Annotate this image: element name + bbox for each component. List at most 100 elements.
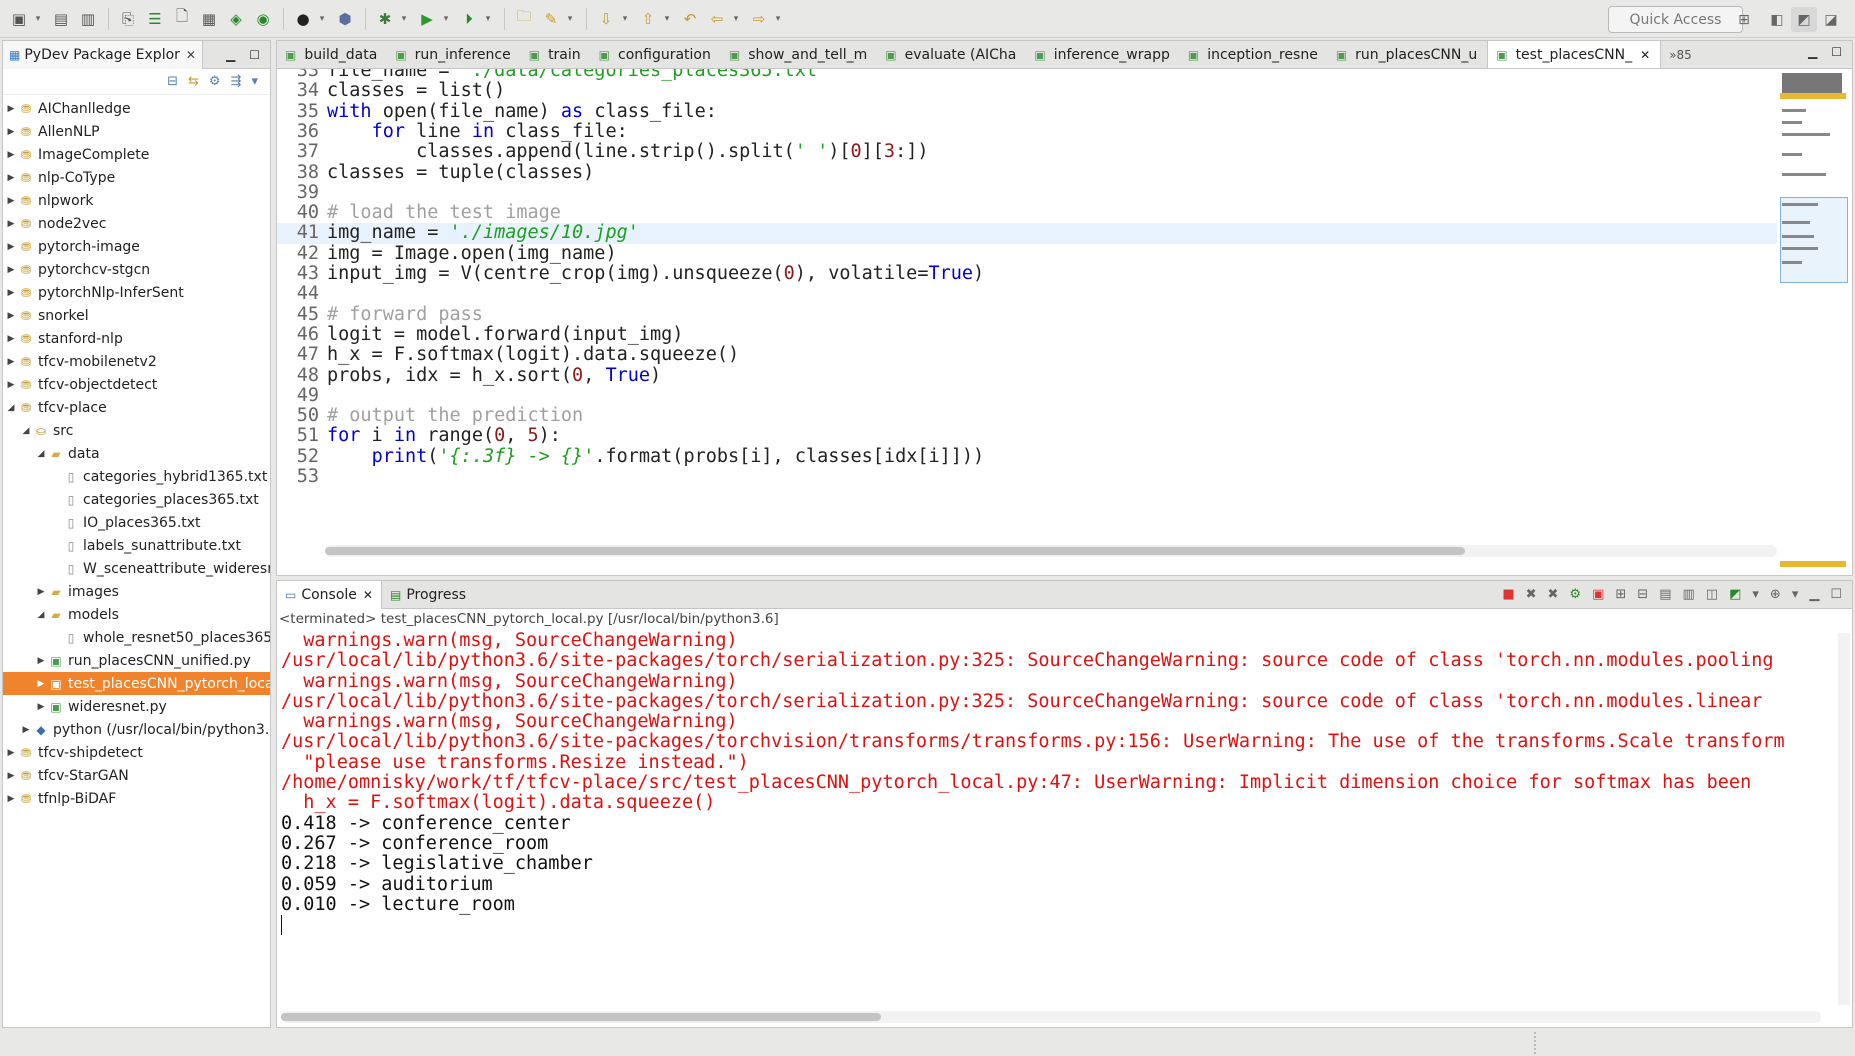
editor-horizontal-scrollbar[interactable] xyxy=(325,545,1777,557)
coverage-icon[interactable]: ● xyxy=(290,6,316,32)
pin-console-icon[interactable]: ◫ xyxy=(1706,587,1718,602)
forward-icon[interactable]: ⇨ xyxy=(746,6,772,32)
collapsed-arrow-icon[interactable]: ▶ xyxy=(20,725,32,735)
link-with-editor-icon[interactable]: ⇆ xyxy=(188,74,199,89)
terminate-icon[interactable]: ■ xyxy=(1502,587,1514,602)
display-dropdown-icon[interactable]: ▾ xyxy=(1752,587,1759,602)
code-line[interactable]: 40 # load the test image xyxy=(277,202,1777,223)
filter-icon[interactable]: ⚙ xyxy=(209,74,221,89)
tree-item[interactable]: ▯ whole_resnet50_places365_pyt xyxy=(3,626,270,649)
console-vertical-scrollbar[interactable] xyxy=(1838,633,1850,1005)
tree-item[interactable]: ▶ ⛃ tfcv-mobilenetv2 xyxy=(3,350,270,373)
tree-item[interactable]: ▶ ⛃ AIChanlledge xyxy=(3,97,270,120)
tree-item[interactable]: ◢ ⛀ src xyxy=(3,419,270,442)
code-line[interactable]: 50 # output the prediction xyxy=(277,405,1777,426)
code-area[interactable]: 53 52 print('{:.3f} -> {}'.format(probs[i… xyxy=(277,69,1779,561)
tree-item[interactable]: ▶ ◆ python (/usr/local/bin/python3.6) xyxy=(3,718,270,741)
expanded-arrow-icon[interactable]: ◢ xyxy=(35,449,47,459)
open-console-icon[interactable]: ⊕ xyxy=(1770,587,1781,602)
collapsed-arrow-icon[interactable]: ▶ xyxy=(5,265,17,275)
editor-tab[interactable]: ▣ run_placesCNN_u xyxy=(1328,41,1487,68)
toggle-mark-icon[interactable]: ⎘ xyxy=(115,6,141,32)
show-stdout-icon[interactable]: ▤ xyxy=(1659,587,1671,602)
word-wrap-icon[interactable]: ⊟ xyxy=(1637,587,1648,602)
scrollbar-thumb[interactable] xyxy=(281,1013,881,1021)
editor-tab[interactable]: ▣ test_placesCNN_ ✕ xyxy=(1487,40,1662,68)
tree-item[interactable]: ▶ ⛃ tfcv-shipdetect xyxy=(3,741,270,764)
code-line[interactable]: 42 img = Image.open(img_name) xyxy=(277,243,1777,264)
tree-item[interactable]: ▶ ⛃ nlpwork xyxy=(3,189,270,212)
new-icon[interactable]: ▣ xyxy=(6,6,32,32)
overview-viewport[interactable] xyxy=(1780,197,1848,283)
collapse-all-icon[interactable]: ⊟ xyxy=(167,74,178,89)
next-annotation-icon[interactable]: ⇩ xyxy=(593,6,619,32)
editor-tab[interactable]: ▣ inference_wrapp xyxy=(1026,41,1179,68)
prev-annotation-dropdown-icon[interactable]: ▾ xyxy=(662,14,672,24)
next-annotation-dropdown-icon[interactable]: ▾ xyxy=(620,14,630,24)
editor-tab[interactable]: ▣ evaluate (AICha xyxy=(877,41,1026,68)
tree-item[interactable]: ▶ ⛃ stanford-nlp xyxy=(3,327,270,350)
code-line[interactable]: 52 print('{:.3f} -> {}'.format(probs[i],… xyxy=(277,446,1777,467)
tree-item[interactable]: ▯ categories_hybrid1365.txt xyxy=(3,465,270,488)
forward-dropdown-icon[interactable]: ▾ xyxy=(773,14,783,24)
code-line[interactable]: 43 input_img = V(centre_crop(img).unsquee… xyxy=(277,263,1777,284)
save-icon[interactable]: ▤ xyxy=(48,6,74,32)
open-console-dropdown-icon[interactable]: ▾ xyxy=(1792,587,1799,602)
maximize-icon[interactable]: ☐ xyxy=(249,48,260,62)
collapsed-arrow-icon[interactable]: ▶ xyxy=(5,150,17,160)
package-icon[interactable]: ⬢ xyxy=(332,6,358,32)
code-line[interactable]: 45 # forward pass xyxy=(277,304,1777,325)
code-line[interactable]: 38 classes = tuple(classes) xyxy=(277,162,1777,183)
minimize-icon[interactable]: ▁ xyxy=(1808,45,1817,59)
collapsed-arrow-icon[interactable]: ▶ xyxy=(5,242,17,252)
collapsed-arrow-icon[interactable]: ▶ xyxy=(35,679,47,689)
maximize-icon[interactable]: ☐ xyxy=(1831,45,1842,59)
tab-package-explorer[interactable]: ▦ PyDev Package Explor ✕ xyxy=(3,40,203,69)
tree-item[interactable]: ▯ IO_places365.txt xyxy=(3,511,270,534)
view-menu-icon[interactable]: ▾ xyxy=(251,74,258,89)
code-line[interactable]: 33 file_name = './data/categories_places3… xyxy=(277,69,1777,81)
tree-item[interactable]: ▶ ⛃ tfnlp-BiDAF xyxy=(3,787,270,810)
editor-tab[interactable]: ▣ build_data xyxy=(277,41,387,68)
quick-access-input[interactable]: Quick Access xyxy=(1608,6,1743,33)
collapsed-arrow-icon[interactable]: ▶ xyxy=(35,587,47,597)
remove-all-terminated-icon[interactable]: ✖ xyxy=(1548,587,1559,602)
tab-console[interactable]: ▭ Console ✕ xyxy=(277,580,382,609)
code-line[interactable]: 39 xyxy=(277,182,1777,203)
build-icon[interactable]: ◈ xyxy=(223,6,249,32)
minimize-icon[interactable]: ▁ xyxy=(1809,587,1819,602)
prev-annotation-icon[interactable]: ⇧ xyxy=(635,6,661,32)
collapsed-arrow-icon[interactable]: ▶ xyxy=(5,794,17,804)
run-config-icon[interactable]: ◉ xyxy=(250,6,276,32)
tree-item[interactable]: ▶ ⛃ pytorchNlp-InferSent xyxy=(3,281,270,304)
expanded-arrow-icon[interactable]: ◢ xyxy=(35,610,47,620)
collapsed-arrow-icon[interactable]: ▶ xyxy=(5,357,17,367)
save-all-icon[interactable]: ▥ xyxy=(75,6,101,32)
tree-item[interactable]: ▯ labels_sunattribute.txt xyxy=(3,534,270,557)
back-dropdown-icon[interactable]: ▾ xyxy=(731,14,741,24)
search-dropdown-icon[interactable]: ▾ xyxy=(565,14,575,24)
code-line[interactable]: 36 for line in class_file: xyxy=(277,121,1777,142)
tree-item[interactable]: ◢ ⛃ tfcv-place xyxy=(3,396,270,419)
tree-item[interactable]: ◢ ▰ models xyxy=(3,603,270,626)
search-icon[interactable]: ✎ xyxy=(538,6,564,32)
collapsed-arrow-icon[interactable]: ▶ xyxy=(5,196,17,206)
tree-item[interactable]: ▶ ⛃ tfcv-StarGAN xyxy=(3,764,270,787)
editor-tab[interactable]: ▣ show_and_tell_m xyxy=(721,41,877,68)
debug-perspective-icon[interactable]: ◪ xyxy=(1818,7,1844,32)
more-tabs-button[interactable]: »85 xyxy=(1661,41,1700,68)
tab-progress[interactable]: ▤ Progress xyxy=(382,581,474,609)
code-line[interactable]: 47 h_x = F.softmax(logit).data.squeeze() xyxy=(277,344,1777,365)
scrollbar-thumb[interactable] xyxy=(325,547,1465,555)
code-line[interactable]: 44 xyxy=(277,283,1777,304)
collapsed-arrow-icon[interactable]: ▶ xyxy=(5,748,17,758)
tree-item[interactable]: ▶ ⛃ snorkel xyxy=(3,304,270,327)
editor-tab[interactable]: ▣ run_inference xyxy=(387,41,520,68)
tree-item[interactable]: ▶ ▣ run_placesCNN_unified.py xyxy=(3,649,270,672)
file-icon[interactable]: 🗋 xyxy=(169,6,195,32)
code-line[interactable]: 53 xyxy=(277,466,1777,487)
collapsed-arrow-icon[interactable]: ▶ xyxy=(5,219,17,229)
collapsed-arrow-icon[interactable]: ▶ xyxy=(5,288,17,298)
tree-item[interactable]: ▶ ⛃ node2vec xyxy=(3,212,270,235)
new-dropdown-icon[interactable]: ▾ xyxy=(33,14,43,24)
